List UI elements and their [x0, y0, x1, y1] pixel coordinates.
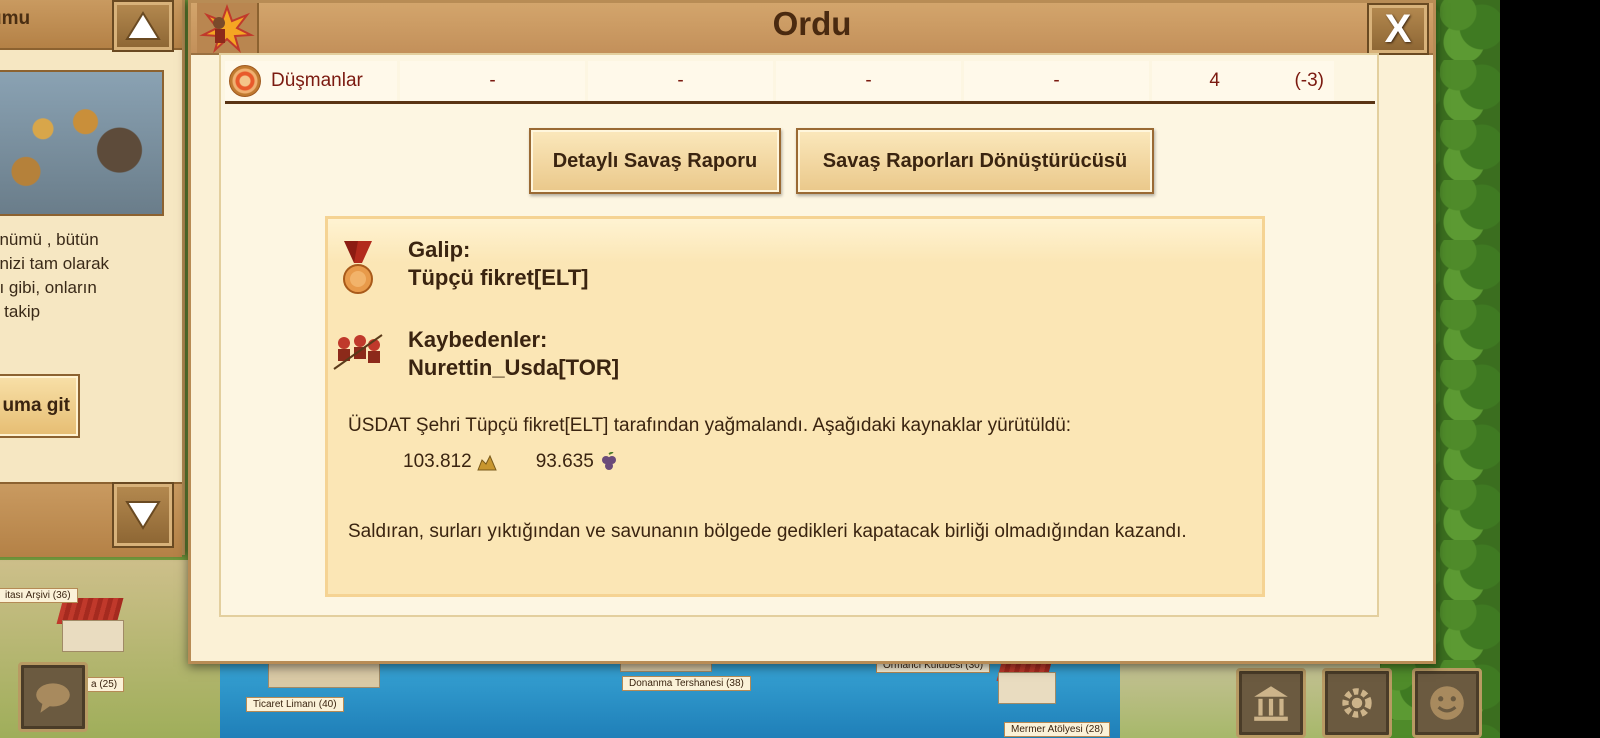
museum-icon — [1254, 686, 1288, 721]
report-converter-button[interactable]: Savaş Raporları Dönüştürücüsü — [796, 128, 1154, 194]
map-label-marble[interactable]: Mermer Atölyesi (28) — [1004, 722, 1111, 737]
dialog-title: Ordu — [772, 5, 852, 42]
map-label-trade-port[interactable]: Ticaret Limanı (40) — [246, 697, 344, 712]
enemies-diff: (-3) — [1234, 61, 1334, 101]
smiley-icon — [1430, 686, 1464, 720]
goto-button[interactable]: uma git — [0, 374, 80, 438]
enemies-count: 4 — [1152, 61, 1234, 101]
triangle-up-icon — [125, 11, 161, 40]
enemies-cell: - — [588, 61, 773, 101]
battle-reason-text: Saldıran, surları yıktığından ve savunan… — [348, 521, 1187, 542]
loser-name[interactable]: Nurettin_Usda[TOR] — [408, 355, 619, 381]
left-panel-description: ünümü , bütün rinizi tam olarak ğı gibi,… — [0, 230, 110, 321]
smiley-button[interactable] — [1412, 668, 1482, 738]
gold-amount: 103.812 — [403, 451, 472, 472]
map-label-small[interactable]: a (25) — [84, 677, 125, 692]
building[interactable] — [268, 660, 380, 688]
army-dialog: Ordu X Düşmanlar - - - - 4 (-3) Detaylı … — [188, 0, 1436, 664]
battle-report: Galip: Tüpçü fikret[ELT] Kaybedenler: Nu… — [325, 216, 1265, 597]
dialog-header: Ordu X — [191, 3, 1433, 55]
enemies-row: Düşmanlar - - - - 4 (-3) — [225, 61, 1375, 104]
enemies-cell: - — [400, 61, 585, 101]
enemies-cell: - — [776, 61, 961, 101]
enemies-label: Düşmanlar — [271, 70, 363, 91]
medal-icon — [343, 241, 373, 294]
detailed-report-button[interactable]: Detaylı Savaş Raporu — [529, 128, 781, 194]
close-icon: X — [1384, 6, 1412, 51]
resource-grapes: 93.635 — [536, 451, 620, 473]
chat-icon — [36, 683, 70, 713]
grapes-amount: 93.635 — [535, 451, 594, 472]
left-info-panel: umu ünümü , bütün rinizi tam olarak ğı g… — [0, 0, 185, 557]
building[interactable] — [62, 620, 124, 652]
chat-button[interactable] — [18, 662, 88, 732]
gold-icon — [476, 454, 497, 471]
left-panel-title: umu — [0, 8, 31, 29]
army-illustration — [0, 70, 164, 216]
resource-gold: 103.812 — [403, 451, 498, 473]
losers-label: Kaybedenler: — [408, 327, 548, 352]
settings-icon — [1342, 688, 1372, 718]
settings-button[interactable] — [1322, 668, 1392, 738]
scroll-up-button[interactable] — [112, 0, 174, 52]
grapes-icon — [601, 452, 616, 470]
enemies-cell: - — [964, 61, 1149, 101]
building[interactable] — [998, 672, 1056, 704]
close-button[interactable]: X — [1367, 3, 1429, 55]
fallen-soldiers-icon — [333, 334, 383, 370]
museum-button[interactable] — [1236, 668, 1306, 738]
plunder-text: ÜSDAT Şehri Tüpçü fikret[ELT] tarafından… — [348, 415, 1072, 436]
map-label-navy[interactable]: Donanma Tershanesi (38) — [622, 676, 751, 691]
winner-label: Galip: — [408, 237, 471, 262]
enemy-target-icon — [229, 65, 261, 97]
enemies-name-cell: Düşmanlar — [225, 61, 397, 101]
resources-row: 103.812 93.635 — [403, 451, 658, 473]
winner-name[interactable]: Tüpçü fikret[ELT] — [408, 265, 588, 291]
triangle-down-icon — [125, 501, 161, 530]
scroll-down-button[interactable] — [112, 482, 174, 548]
map-label-archive[interactable]: itası Arşivi (36) — [0, 588, 78, 603]
